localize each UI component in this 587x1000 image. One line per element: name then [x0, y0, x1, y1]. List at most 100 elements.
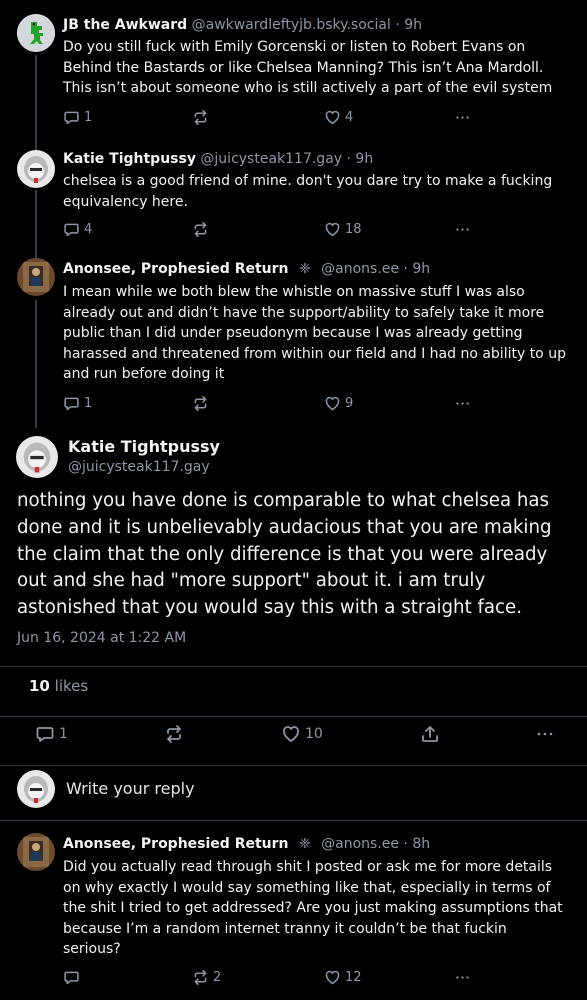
- author-handle[interactable]: @juicysteak117.gay: [200, 151, 342, 167]
- more-dots-icon: [456, 401, 469, 405]
- reply-button[interactable]: 1: [35, 724, 68, 744]
- post-time[interactable]: 9h: [404, 17, 422, 33]
- avatar-image: [17, 14, 55, 52]
- likes-summary[interactable]: 10 likes: [29, 677, 88, 695]
- heart-icon: [324, 969, 341, 986]
- author-name[interactable]: Anonsee, Prophesied Return: [63, 261, 289, 277]
- post-text: I mean while we both blew the whistle on…: [63, 284, 566, 383]
- more-button[interactable]: [454, 107, 471, 127]
- author-name[interactable]: Katie Tightpussy: [63, 151, 196, 167]
- like-button[interactable]: 12: [324, 967, 362, 987]
- avatar: [17, 770, 55, 808]
- post-actions: 2 12: [63, 967, 483, 987]
- more-button[interactable]: [454, 393, 471, 413]
- author-name[interactable]: Anonsee, Prophesied Return: [63, 836, 289, 852]
- repost-arrows-icon: [192, 221, 209, 238]
- focused-post: Katie Tightpussy @juicysteak117.gay noth…: [0, 424, 587, 766]
- avatar[interactable]: [17, 150, 55, 188]
- post-text: chelsea is a good friend of mine. don't …: [63, 173, 553, 210]
- heart-icon: [324, 109, 341, 126]
- repost-count: 2: [213, 969, 222, 985]
- more-button[interactable]: [454, 967, 471, 987]
- post-time[interactable]: 9h: [412, 261, 430, 277]
- like-button[interactable]: 10: [281, 724, 323, 744]
- divider: [0, 666, 587, 667]
- more-dots-icon: [537, 732, 553, 736]
- like-button[interactable]: 4: [324, 107, 353, 127]
- author-name[interactable]: Katie Tightpussy: [68, 437, 220, 456]
- reply-button[interactable]: 4: [63, 219, 92, 239]
- repost-button[interactable]: [192, 107, 213, 127]
- post-timestamp[interactable]: Jun 16, 2024 at 1:22 AM: [17, 630, 186, 646]
- reply-button[interactable]: 1: [63, 107, 92, 127]
- avatar-image: [16, 436, 58, 478]
- author-handle[interactable]: @anons.ee: [321, 836, 399, 852]
- more-button[interactable]: [535, 724, 555, 744]
- author-handle[interactable]: @juicysteak117.gay: [68, 459, 210, 475]
- post-time[interactable]: 8h: [412, 836, 430, 852]
- more-dots-icon: [456, 227, 469, 231]
- share-upload-icon: [420, 724, 440, 744]
- speech-bubble-icon: [63, 109, 80, 126]
- avatar[interactable]: [16, 436, 58, 478]
- more-dots-icon: [456, 975, 469, 979]
- repost-arrows-icon: [164, 724, 184, 744]
- repost-arrows-icon: [192, 969, 209, 986]
- likes-count: 10: [29, 677, 50, 695]
- post-header: Katie Tightpussy @juicysteak117.gay · 9h: [63, 150, 373, 168]
- reply-count: 1: [84, 109, 93, 125]
- like-button[interactable]: 9: [324, 393, 353, 413]
- divider: [0, 716, 587, 717]
- more-button[interactable]: [454, 219, 471, 239]
- reply-button[interactable]: 1: [63, 393, 92, 413]
- repost-arrows-icon: [192, 395, 209, 412]
- post-text: Do you still fuck with Emily Gorcenski o…: [63, 39, 553, 97]
- share-button[interactable]: [420, 724, 440, 744]
- avatar-image: [17, 150, 55, 188]
- likes-label: likes: [54, 677, 89, 695]
- thread-post[interactable]: JB the Awkward @awkwardleftyjb.bsky.soci…: [0, 0, 587, 140]
- like-button[interactable]: 18: [324, 219, 362, 239]
- author-name[interactable]: JB the Awkward: [63, 17, 187, 33]
- repost-button[interactable]: [192, 393, 213, 413]
- reply-count: 4: [84, 221, 93, 237]
- post-header: Anonsee, Prophesied Return ❈ @anons.ee ·…: [63, 260, 430, 278]
- avatar[interactable]: [17, 833, 55, 871]
- avatar[interactable]: [17, 258, 55, 296]
- heart-icon: [281, 724, 301, 744]
- author-emoji: ❈: [298, 836, 311, 852]
- reply-input[interactable]: Write your reply: [66, 779, 195, 798]
- post-time[interactable]: 9h: [355, 151, 373, 167]
- thread-post[interactable]: Katie Tightpussy @juicysteak117.gay · 9h…: [0, 140, 587, 252]
- repost-button[interactable]: [164, 724, 188, 744]
- like-count: 9: [345, 395, 354, 411]
- avatar-image: [17, 833, 55, 871]
- post-header: Anonsee, Prophesied Return ❈ @anons.ee ·…: [63, 835, 430, 853]
- like-count: 10: [305, 726, 323, 742]
- separator: ·: [403, 261, 408, 277]
- post-actions: 1 4: [63, 107, 483, 127]
- separator: ·: [346, 151, 351, 167]
- author-handle[interactable]: @anons.ee: [321, 261, 399, 277]
- speech-bubble-icon: [35, 724, 55, 744]
- post-header: JB the Awkward @awkwardleftyjb.bsky.soci…: [63, 16, 422, 34]
- separator: ·: [395, 17, 400, 33]
- reply-button[interactable]: [63, 967, 84, 987]
- author-handle[interactable]: @awkwardleftyjb.bsky.social: [192, 17, 391, 33]
- post-actions: 4 18: [63, 219, 483, 239]
- avatar[interactable]: [17, 14, 55, 52]
- repost-button[interactable]: 2: [192, 967, 221, 987]
- avatar-image: [17, 258, 55, 296]
- reply-post[interactable]: Anonsee, Prophesied Return ❈ @anons.ee ·…: [0, 821, 587, 1000]
- heart-icon: [324, 395, 341, 412]
- post-text: nothing you have done is comparable to w…: [17, 490, 552, 619]
- speech-bubble-icon: [63, 395, 80, 412]
- repost-arrows-icon: [192, 109, 209, 126]
- thread-post[interactable]: Anonsee, Prophesied Return ❈ @anons.ee ·…: [0, 252, 587, 424]
- speech-bubble-icon: [63, 969, 80, 986]
- post-text: Did you actually read through shit I pos…: [63, 859, 563, 958]
- reply-composer[interactable]: Write your reply: [0, 766, 587, 821]
- heart-icon: [324, 221, 341, 238]
- repost-button[interactable]: [192, 219, 213, 239]
- author-emoji: ❈: [298, 261, 311, 277]
